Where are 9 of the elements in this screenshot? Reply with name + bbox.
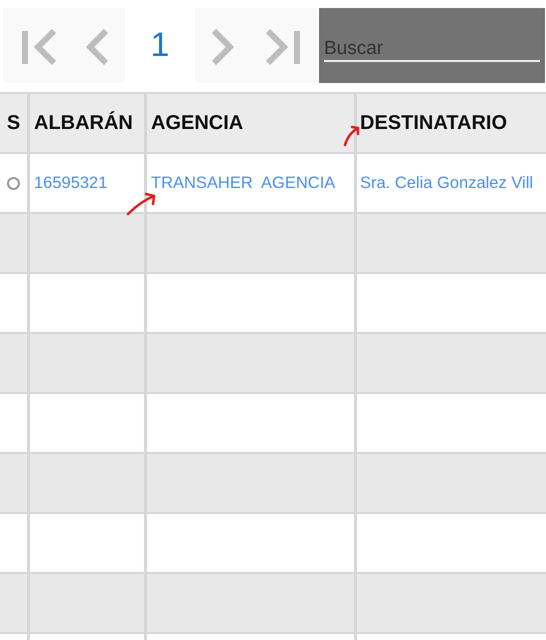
radio-button[interactable] xyxy=(7,176,20,190)
page-number: 1 xyxy=(150,25,170,66)
column-header[interactable]: ALBARÁN xyxy=(30,94,147,152)
column-header[interactable]: DESTINATARIO xyxy=(357,94,546,152)
column-header[interactable]: AGENCIA xyxy=(147,94,357,152)
column-header[interactable]: S xyxy=(0,94,30,152)
search-field[interactable]: Buscar xyxy=(324,30,540,62)
search-bar[interactable]: Buscar xyxy=(319,8,545,83)
annotation-arrow xyxy=(126,190,158,216)
